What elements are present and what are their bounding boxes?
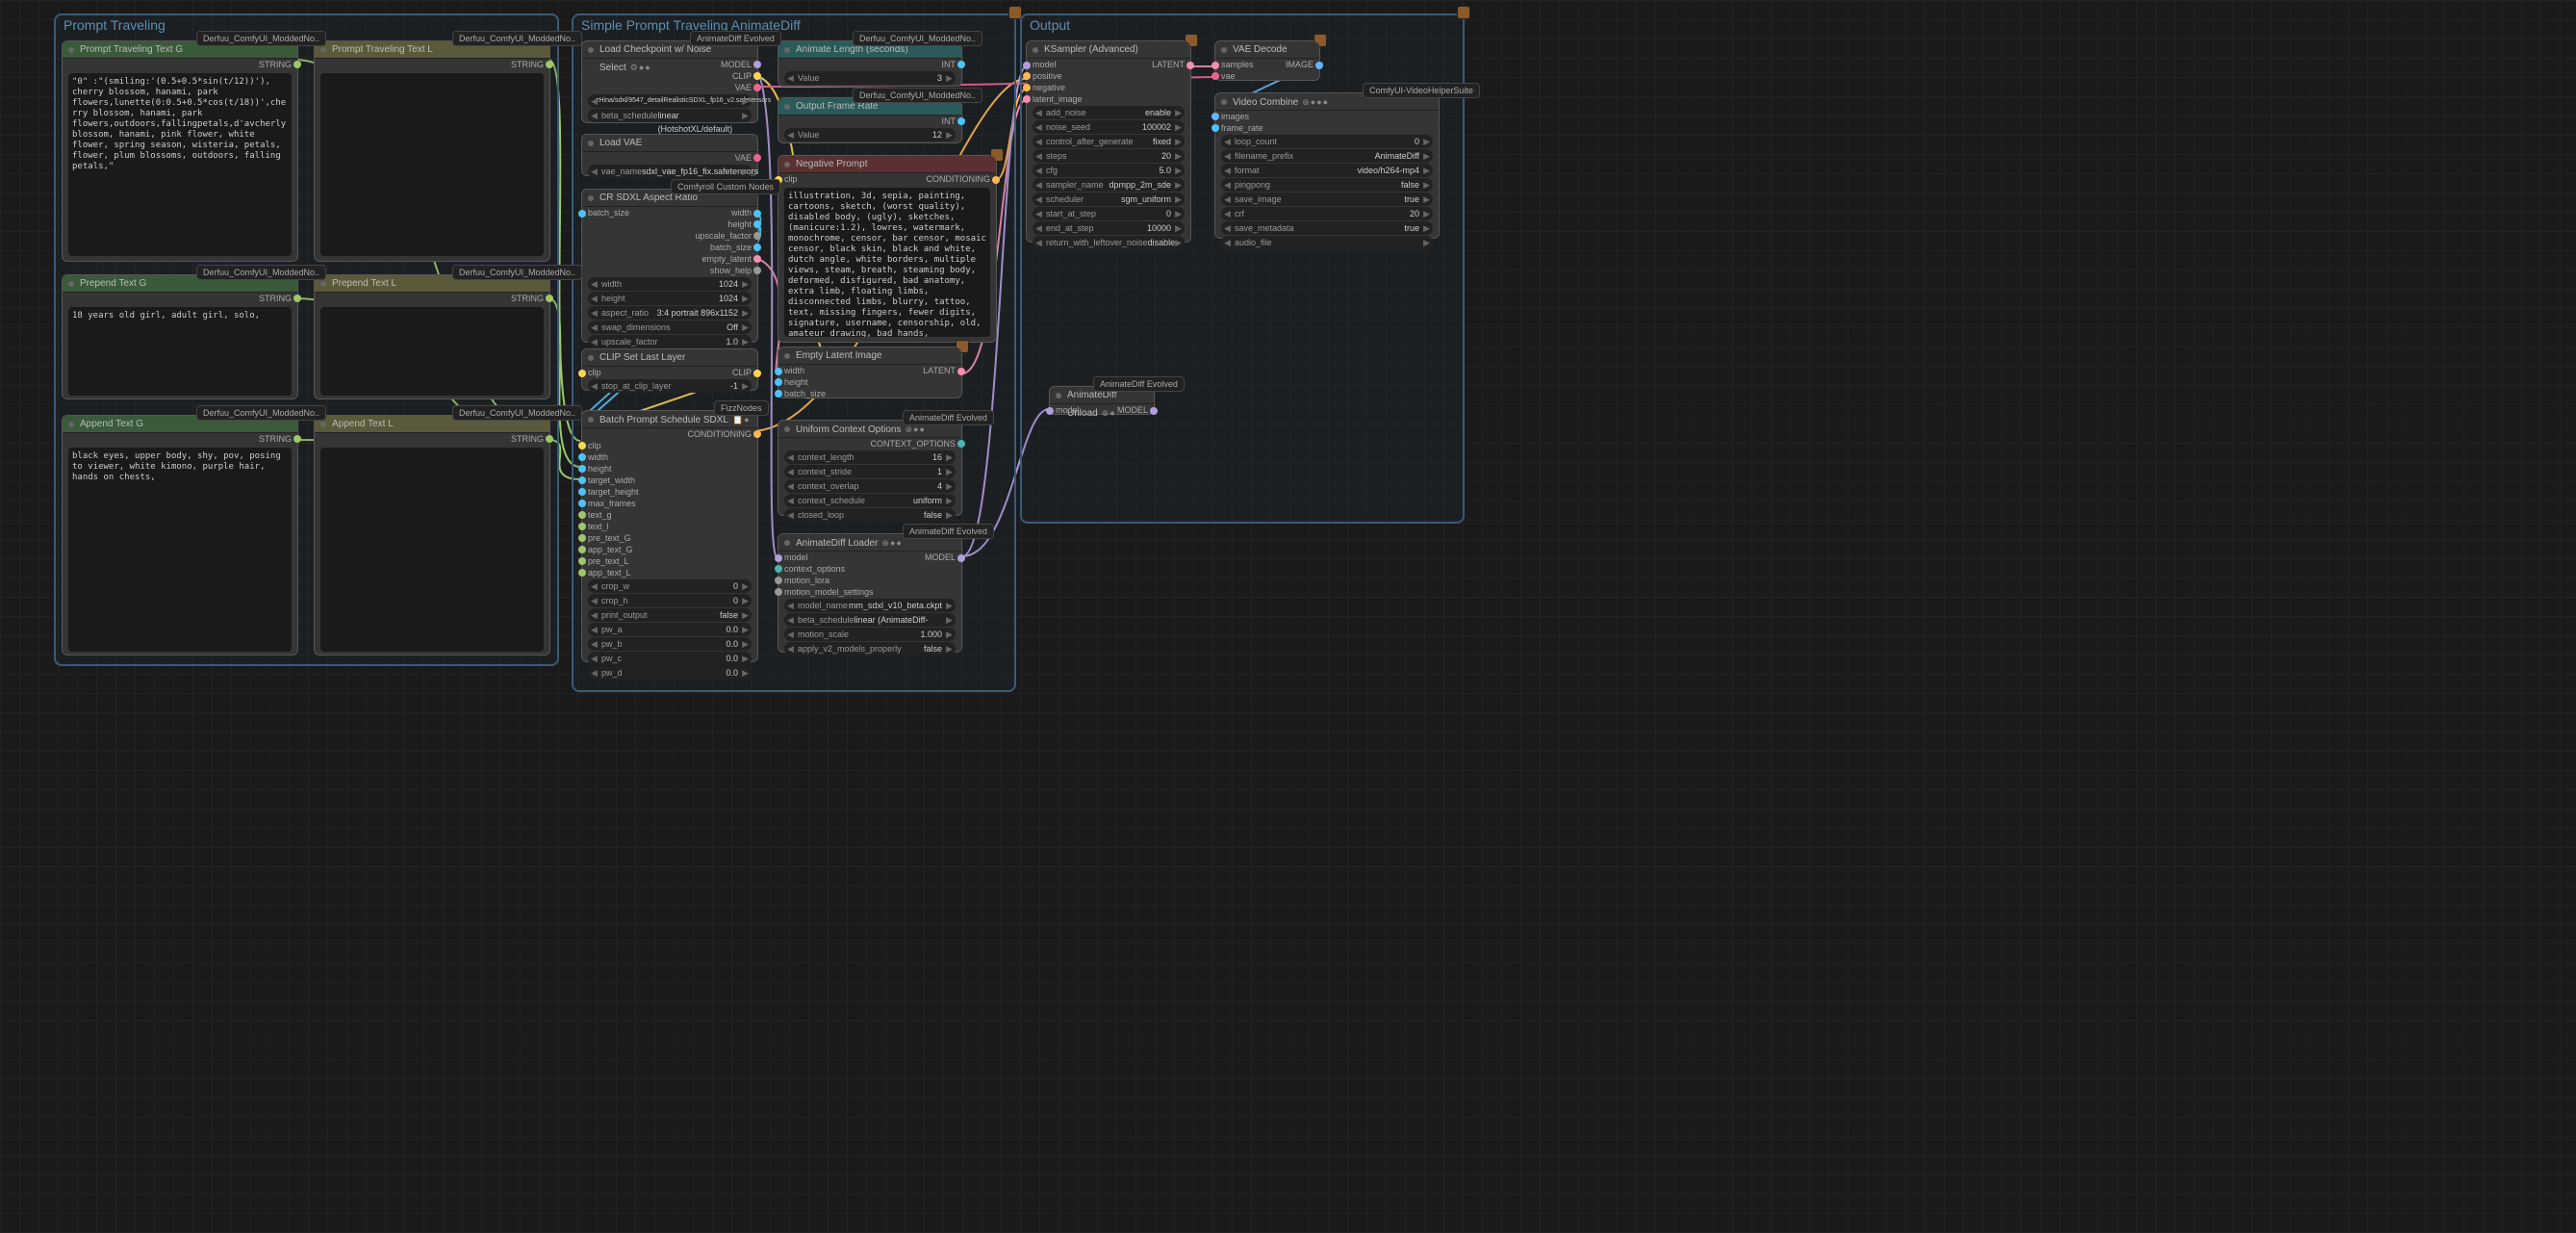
node-video-combine[interactable]: Video Combine⊕●●● images frame_rate ◀loo… (1214, 92, 1440, 239)
node-icons: ⊕●● (905, 424, 926, 434)
widget-vc-save_metadata[interactable]: ◀save_metadatatrue▶ (1221, 221, 1433, 235)
node-icons: ⊕●●● (1302, 97, 1329, 107)
widget-adl-model_name[interactable]: ◀model_namemm_sdxl_v10_beta.ckpt▶ (784, 599, 956, 612)
widget-beta-schedule[interactable]: ◀beta_schedulelinear (HotshotXL/default)… (588, 109, 752, 122)
widget-ks-scheduler[interactable]: ◀schedulersgm_uniform▶ (1033, 193, 1185, 206)
widget-uco-context_length[interactable]: ◀context_length16▶ (784, 450, 956, 464)
widget-value[interactable]: ◀Value3▶ (784, 71, 956, 85)
widget-bps-print_output[interactable]: ◀print_outputfalse▶ (588, 608, 752, 622)
node-icons: 📋● (732, 415, 751, 424)
widget-bps-crop_h[interactable]: ◀crop_h0▶ (588, 594, 752, 607)
widget-uco-context_schedule[interactable]: ◀context_scheduleuniform▶ (784, 494, 956, 507)
widget-ar-width[interactable]: ◀width1024▶ (588, 277, 752, 291)
group-title: Output (1030, 17, 1070, 33)
node-append-text-l[interactable]: Append Text L STRING (314, 415, 550, 655)
text-input[interactable] (320, 448, 544, 652)
widget-ks-cfg[interactable]: ◀cfg5.0▶ (1033, 164, 1185, 177)
widget-vc-crf[interactable]: ◀crf20▶ (1221, 207, 1433, 220)
widget-bps-pw_a[interactable]: ◀pw_a0.0▶ (588, 623, 752, 636)
widget-ckpt-name[interactable]: ◀zHina/sdxl/9547_detailRealisticSDXL_fp1… (588, 94, 752, 108)
widget-uco-context_stride[interactable]: ◀context_stride1▶ (784, 465, 956, 478)
badge-derfuu: Derfuu_ComfyUI_ModdedNo.. (452, 31, 582, 46)
widget-bps-pw_c[interactable]: ◀pw_c0.0▶ (588, 652, 752, 665)
widget-vc-filename_prefix[interactable]: ◀filename_prefixAnimateDiff▶ (1221, 149, 1433, 163)
widget-vc-audio_file[interactable]: ◀audio_file▶ (1221, 236, 1433, 249)
node-animate-length[interactable]: Animate Length (seconds) INT ◀Value3▶ (778, 40, 962, 87)
widget-ks-return_with_leftover_noise[interactable]: ◀return_with_leftover_noisedisable▶ (1033, 236, 1185, 249)
text-input[interactable]: "0" :"(smiling:'(0.5+0.5*sin(t/12))'), c… (68, 73, 292, 256)
widget-stop-clip[interactable]: ◀stop_at_clip_layer-1▶ (588, 379, 752, 393)
node-icons: ⊕●● (881, 538, 902, 548)
widget-ar-upscale_factor[interactable]: ◀upscale_factor1.0▶ (588, 335, 752, 348)
badge-derfuu: Derfuu_ComfyUI_ModdedNo.. (853, 88, 982, 103)
widget-ar-swap_dimensions[interactable]: ◀swap_dimensionsOff▶ (588, 321, 752, 334)
node-clip-set-last-layer[interactable]: CLIP Set Last Layer clipCLIP ◀stop_at_cl… (581, 348, 758, 391)
node-output-frame-rate[interactable]: Output Frame Rate INT ◀Value12▶ (778, 97, 962, 143)
node-icons: ⊕● (1102, 408, 1116, 418)
widget-ks-control_after_generate[interactable]: ◀control_after_generatefixed▶ (1033, 135, 1185, 148)
widget-ks-end_at_step[interactable]: ◀end_at_step10000▶ (1033, 221, 1185, 235)
widget-uco-closed_loop[interactable]: ◀closed_loopfalse▶ (784, 508, 956, 522)
badge-vhs: ComfyUI-VideoHelperSuite (1363, 83, 1480, 98)
badge-comfyroll: Comfyroll Custom Nodes (671, 179, 780, 194)
text-input[interactable]: black eyes, upper body, shy, pov, posing… (68, 448, 292, 652)
badge-ad-evolved: AnimateDiff Evolved (1093, 376, 1185, 392)
widget-vc-pingpong[interactable]: ◀pingpongfalse▶ (1221, 178, 1433, 192)
widget-adl-beta_schedule[interactable]: ◀beta_schedulelinear (AnimateDiff-SDXL)▶ (784, 613, 956, 627)
widget-bps-crop_w[interactable]: ◀crop_w0▶ (588, 579, 752, 593)
widget-ks-start_at_step[interactable]: ◀start_at_step0▶ (1033, 207, 1185, 220)
node-ksampler-advanced[interactable]: KSampler (Advanced) modelLATENT positive… (1026, 40, 1191, 243)
widget-adl-motion_scale[interactable]: ◀motion_scale1.000▶ (784, 628, 956, 641)
badge-derfuu: Derfuu_ComfyUI_ModdedNo.. (196, 405, 326, 421)
badge-fizz: FizzNodes (714, 400, 769, 416)
widget-ar-height[interactable]: ◀height1024▶ (588, 292, 752, 305)
text-input[interactable] (320, 307, 544, 396)
text-input[interactable]: illustration, 3d, sepia, painting, carto… (784, 188, 990, 337)
node-prepend-text-l[interactable]: Prepend Text L STRING (314, 274, 550, 399)
widget-vc-save_image[interactable]: ◀save_imagetrue▶ (1221, 193, 1433, 206)
widget-bps-pw_b[interactable]: ◀pw_b0.0▶ (588, 637, 752, 651)
node-uniform-context-options[interactable]: Uniform Context Options⊕●● CONTEXT_OPTIO… (778, 420, 962, 516)
badge-ad-evolved: AnimateDiff Evolved (903, 410, 994, 425)
group-title: Prompt Traveling (64, 17, 166, 33)
badge-ad-evolved: AnimateDiff Evolved (903, 524, 994, 539)
node-prompt-traveling-text-g[interactable]: Prompt Traveling Text G STRING "0" :"(sm… (62, 40, 298, 262)
node-load-checkpoint[interactable]: Load Checkpoint w/ Noise Select⚙●● MODEL… (581, 40, 758, 123)
text-input[interactable] (320, 73, 544, 256)
badge-derfuu: Derfuu_ComfyUI_ModdedNo.. (853, 31, 982, 46)
node-vae-decode[interactable]: VAE Decode samplesIMAGE vae (1214, 40, 1320, 81)
badge-derfuu: Derfuu_ComfyUI_ModdedNo.. (196, 31, 326, 46)
widget-bps-pw_d[interactable]: ◀pw_d0.0▶ (588, 666, 752, 680)
widget-vc-loop_count[interactable]: ◀loop_count0▶ (1221, 135, 1433, 148)
badge-derfuu: Derfuu_ComfyUI_ModdedNo.. (196, 265, 326, 280)
node-empty-latent-image[interactable]: Empty Latent Image widthLATENT height ba… (778, 347, 962, 398)
badge-derfuu: Derfuu_ComfyUI_ModdedNo.. (452, 405, 582, 421)
badge-derfuu: Derfuu_ComfyUI_ModdedNo.. (452, 265, 582, 280)
widget-adl-apply_v2_models_properly[interactable]: ◀apply_v2_models_properlyfalse▶ (784, 642, 956, 655)
widget-vae-name[interactable]: ◀vae_namesdxl_vae_fp16_fix.safetensors▶ (588, 165, 752, 178)
widget-ks-noise_seed[interactable]: ◀noise_seed100002▶ (1033, 120, 1185, 134)
widget-uco-context_overlap[interactable]: ◀context_overlap4▶ (784, 479, 956, 493)
node-load-vae[interactable]: Load VAE VAE ◀vae_namesdxl_vae_fp16_fix.… (581, 134, 758, 176)
node-cr-aspect-ratio[interactable]: CR SDXL Aspect Ratio batch_sizewidth hei… (581, 189, 758, 343)
badge-ad-evolved: AnimateDiff Evolved (690, 31, 781, 46)
widget-ks-add_noise[interactable]: ◀add_noiseenable▶ (1033, 106, 1185, 119)
node-negative-prompt[interactable]: Negative Prompt clipCONDITIONING illustr… (778, 155, 997, 343)
text-input[interactable]: 18 years old girl, adult girl, solo, (68, 307, 292, 396)
widget-ks-steps[interactable]: ◀steps20▶ (1033, 149, 1185, 163)
node-prepend-text-g[interactable]: Prepend Text G STRING 18 years old girl,… (62, 274, 298, 399)
widget-ks-sampler_name[interactable]: ◀sampler_namedpmpp_2m_sde▶ (1033, 178, 1185, 192)
widget-value[interactable]: ◀Value12▶ (784, 128, 956, 141)
node-batch-prompt-schedule[interactable]: Batch Prompt Schedule SDXL📋● CONDITIONIN… (581, 410, 758, 662)
widget-vc-format[interactable]: ◀formatvideo/h264-mp4▶ (1221, 164, 1433, 177)
node-animatediff-loader[interactable]: AnimateDiff Loader⊕●● modelMODEL context… (778, 533, 962, 653)
widget-ar-aspect_ratio[interactable]: ◀aspect_ratio3:4 portrait 896x1152▶ (588, 306, 752, 320)
node-append-text-g[interactable]: Append Text G STRING black eyes, upper b… (62, 415, 298, 655)
node-prompt-traveling-text-l[interactable]: Prompt Traveling Text L STRING (314, 40, 550, 262)
